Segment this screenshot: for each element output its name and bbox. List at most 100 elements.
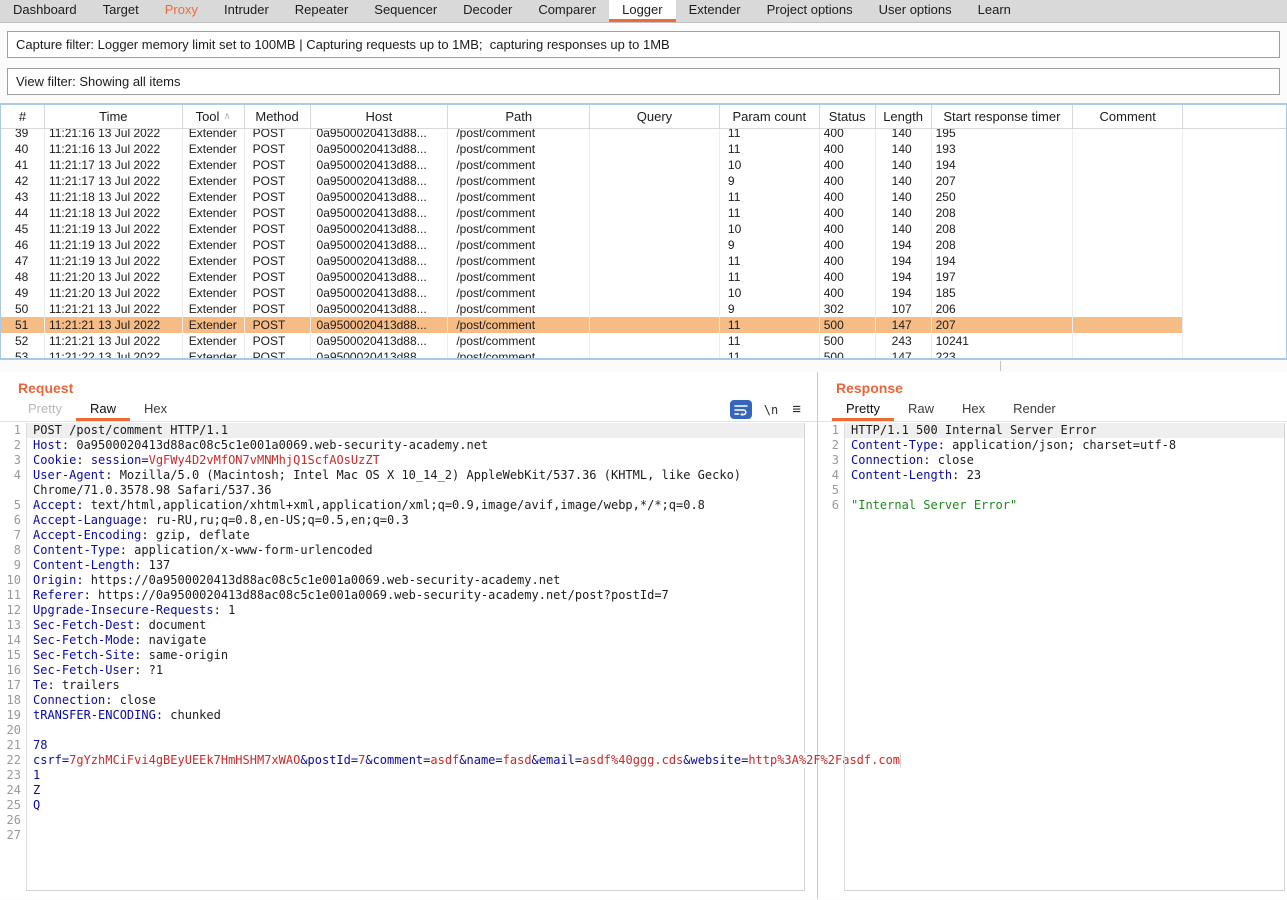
- menu-item-intruder[interactable]: Intruder: [211, 0, 282, 22]
- editor-line: 3Cookie: session=VgFWy4D2vMfON7vMNMhjQ1S…: [0, 453, 805, 468]
- menu-item-logger[interactable]: Logger: [609, 0, 675, 22]
- line-number: 26: [0, 813, 26, 828]
- table-row[interactable]: 4011:21:16 13 Jul 2022ExtenderPOST0a9500…: [1, 141, 1286, 157]
- cell-num: 40: [1, 141, 45, 157]
- column-header-label: Length: [883, 109, 923, 124]
- editor-line: 24Z: [0, 783, 805, 798]
- cell-time: 11:21:16 13 Jul 2022: [45, 129, 183, 141]
- line-content: Content-Type: application/x-www-form-url…: [26, 543, 805, 558]
- menu-item-extender[interactable]: Extender: [676, 0, 754, 22]
- newline-toggle-icon[interactable]: \n: [764, 403, 778, 417]
- cell-num: 39: [1, 129, 45, 141]
- menu-item-proxy[interactable]: Proxy: [152, 0, 211, 22]
- menu-item-target[interactable]: Target: [90, 0, 152, 22]
- column-header-comment[interactable]: Comment: [1073, 105, 1183, 128]
- cell-host: 0a9500020413d88...: [311, 157, 449, 173]
- table-row[interactable]: 4111:21:17 13 Jul 2022ExtenderPOST0a9500…: [1, 157, 1286, 173]
- menu-item-project-options[interactable]: Project options: [754, 0, 866, 22]
- line-content: Z: [26, 783, 805, 798]
- menu-item-learn[interactable]: Learn: [965, 0, 1024, 22]
- column-header-length[interactable]: Length: [876, 105, 932, 128]
- editor-line: 22csrf=7gYzhMCiFvi4gBEyUEEk7HmHSHM7xWAO&…: [0, 753, 805, 768]
- column-header-param-count[interactable]: Param count: [720, 105, 820, 128]
- editor-menu-icon[interactable]: ≡: [792, 401, 801, 418]
- cell-path: /post/comment: [448, 349, 590, 358]
- view-filter-bar[interactable]: View filter: Showing all items: [7, 68, 1280, 95]
- table-row[interactable]: 4211:21:17 13 Jul 2022ExtenderPOST0a9500…: [1, 173, 1286, 189]
- line-content: Sec-Fetch-Site: same-origin: [26, 648, 805, 663]
- table-row[interactable]: 5311:21:22 13 Jul 2022ExtenderPOST0a9500…: [1, 349, 1286, 358]
- column-header-label: Method: [255, 109, 298, 124]
- cell-start-response-timer: 197: [932, 269, 1074, 285]
- table-row[interactable]: 4311:21:18 13 Jul 2022ExtenderPOST0a9500…: [1, 189, 1286, 205]
- table-row-selected[interactable]: 5111:21:21 13 Jul 2022ExtenderPOST0a9500…: [1, 317, 1286, 333]
- column-header-blank[interactable]: #: [1, 105, 45, 128]
- column-header-tool[interactable]: Tool∧: [183, 105, 245, 128]
- editor-line: 2178: [0, 738, 805, 753]
- tab-hex[interactable]: Hex: [948, 398, 999, 421]
- tab-raw[interactable]: Raw: [894, 398, 948, 421]
- cell-status: 400: [820, 189, 876, 205]
- tab-raw[interactable]: Raw: [76, 398, 130, 421]
- cell-status: 302: [820, 301, 876, 317]
- column-header-method[interactable]: Method: [245, 105, 311, 128]
- capture-filter-bar[interactable]: Capture filter: Logger memory limit set …: [7, 31, 1280, 58]
- cell-start-response-timer: 10241: [932, 333, 1074, 349]
- column-header-status[interactable]: Status: [820, 105, 876, 128]
- menu-item-sequencer[interactable]: Sequencer: [361, 0, 450, 22]
- table-row[interactable]: 3911:21:16 13 Jul 2022ExtenderPOST0a9500…: [1, 129, 1286, 141]
- table-row[interactable]: 5211:21:21 13 Jul 2022ExtenderPOST0a9500…: [1, 333, 1286, 349]
- tab-pretty[interactable]: Pretty: [832, 398, 894, 421]
- line-number: 4: [818, 468, 844, 483]
- cell-comment: [1073, 333, 1183, 349]
- line-number: 19: [0, 708, 26, 723]
- tab-hex[interactable]: Hex: [130, 398, 181, 421]
- column-header-start-response-timer[interactable]: Start response timer: [932, 105, 1074, 128]
- menu-item-repeater[interactable]: Repeater: [282, 0, 361, 22]
- cell-query: [590, 205, 720, 221]
- request-editor[interactable]: 1POST /post/comment HTTP/1.12Host: 0a950…: [0, 423, 805, 891]
- cell-tool: Extender: [183, 333, 245, 349]
- menu-item-decoder[interactable]: Decoder: [450, 0, 525, 22]
- column-header-label: Query: [637, 109, 672, 124]
- tab-pretty[interactable]: Pretty: [14, 398, 76, 421]
- line-number: 20: [0, 723, 26, 738]
- line-content: Sec-Fetch-User: ?1: [26, 663, 805, 678]
- editor-line: 5: [818, 483, 1285, 498]
- cell-method: POST: [245, 237, 311, 253]
- column-header-time[interactable]: Time: [45, 105, 183, 128]
- menu-item-dashboard[interactable]: Dashboard: [0, 0, 90, 22]
- table-row[interactable]: 4611:21:19 13 Jul 2022ExtenderPOST0a9500…: [1, 237, 1286, 253]
- table-row[interactable]: 4711:21:19 13 Jul 2022ExtenderPOST0a9500…: [1, 253, 1286, 269]
- column-header-path[interactable]: Path: [448, 105, 590, 128]
- menu-item-user-options[interactable]: User options: [866, 0, 965, 22]
- menu-item-comparer[interactable]: Comparer: [525, 0, 609, 22]
- table-row[interactable]: 4811:21:20 13 Jul 2022ExtenderPOST0a9500…: [1, 269, 1286, 285]
- cell-filler: [1183, 157, 1286, 173]
- cell-host: 0a9500020413d88...: [311, 221, 449, 237]
- cell-time: 11:21:22 13 Jul 2022: [45, 349, 183, 358]
- cell-length: 107: [876, 301, 932, 317]
- horizontal-splitter[interactable]: [0, 360, 1287, 372]
- column-header-label: Comment: [1100, 109, 1156, 124]
- cell-method: POST: [245, 317, 311, 333]
- word-wrap-icon[interactable]: [730, 400, 752, 419]
- column-header-host[interactable]: Host: [311, 105, 449, 128]
- cell-host: 0a9500020413d88...: [311, 141, 449, 157]
- table-row[interactable]: 4411:21:18 13 Jul 2022ExtenderPOST0a9500…: [1, 205, 1286, 221]
- cell-path: /post/comment: [448, 129, 590, 141]
- editor-line: 11Referer: https://0a9500020413d88ac08c5…: [0, 588, 805, 603]
- table-row[interactable]: 4511:21:19 13 Jul 2022ExtenderPOST0a9500…: [1, 221, 1286, 237]
- response-editor[interactable]: 1HTTP/1.1 500 Internal Server Error2Cont…: [818, 423, 1285, 891]
- column-header-label: #: [19, 109, 26, 124]
- cell-time: 11:21:16 13 Jul 2022: [45, 141, 183, 157]
- capture-filter-text: Capture filter: Logger memory limit set …: [16, 37, 670, 52]
- tab-render[interactable]: Render: [999, 398, 1070, 421]
- editor-line: 6"Internal Server Error": [818, 498, 1285, 513]
- column-header-query[interactable]: Query: [590, 105, 720, 128]
- table-row[interactable]: 5011:21:21 13 Jul 2022ExtenderPOST0a9500…: [1, 301, 1286, 317]
- cell-host: 0a9500020413d88...: [311, 237, 449, 253]
- cell-param-count: 10: [720, 221, 820, 237]
- table-row[interactable]: 4911:21:20 13 Jul 2022ExtenderPOST0a9500…: [1, 285, 1286, 301]
- splitter-handle[interactable]: [1000, 361, 1001, 371]
